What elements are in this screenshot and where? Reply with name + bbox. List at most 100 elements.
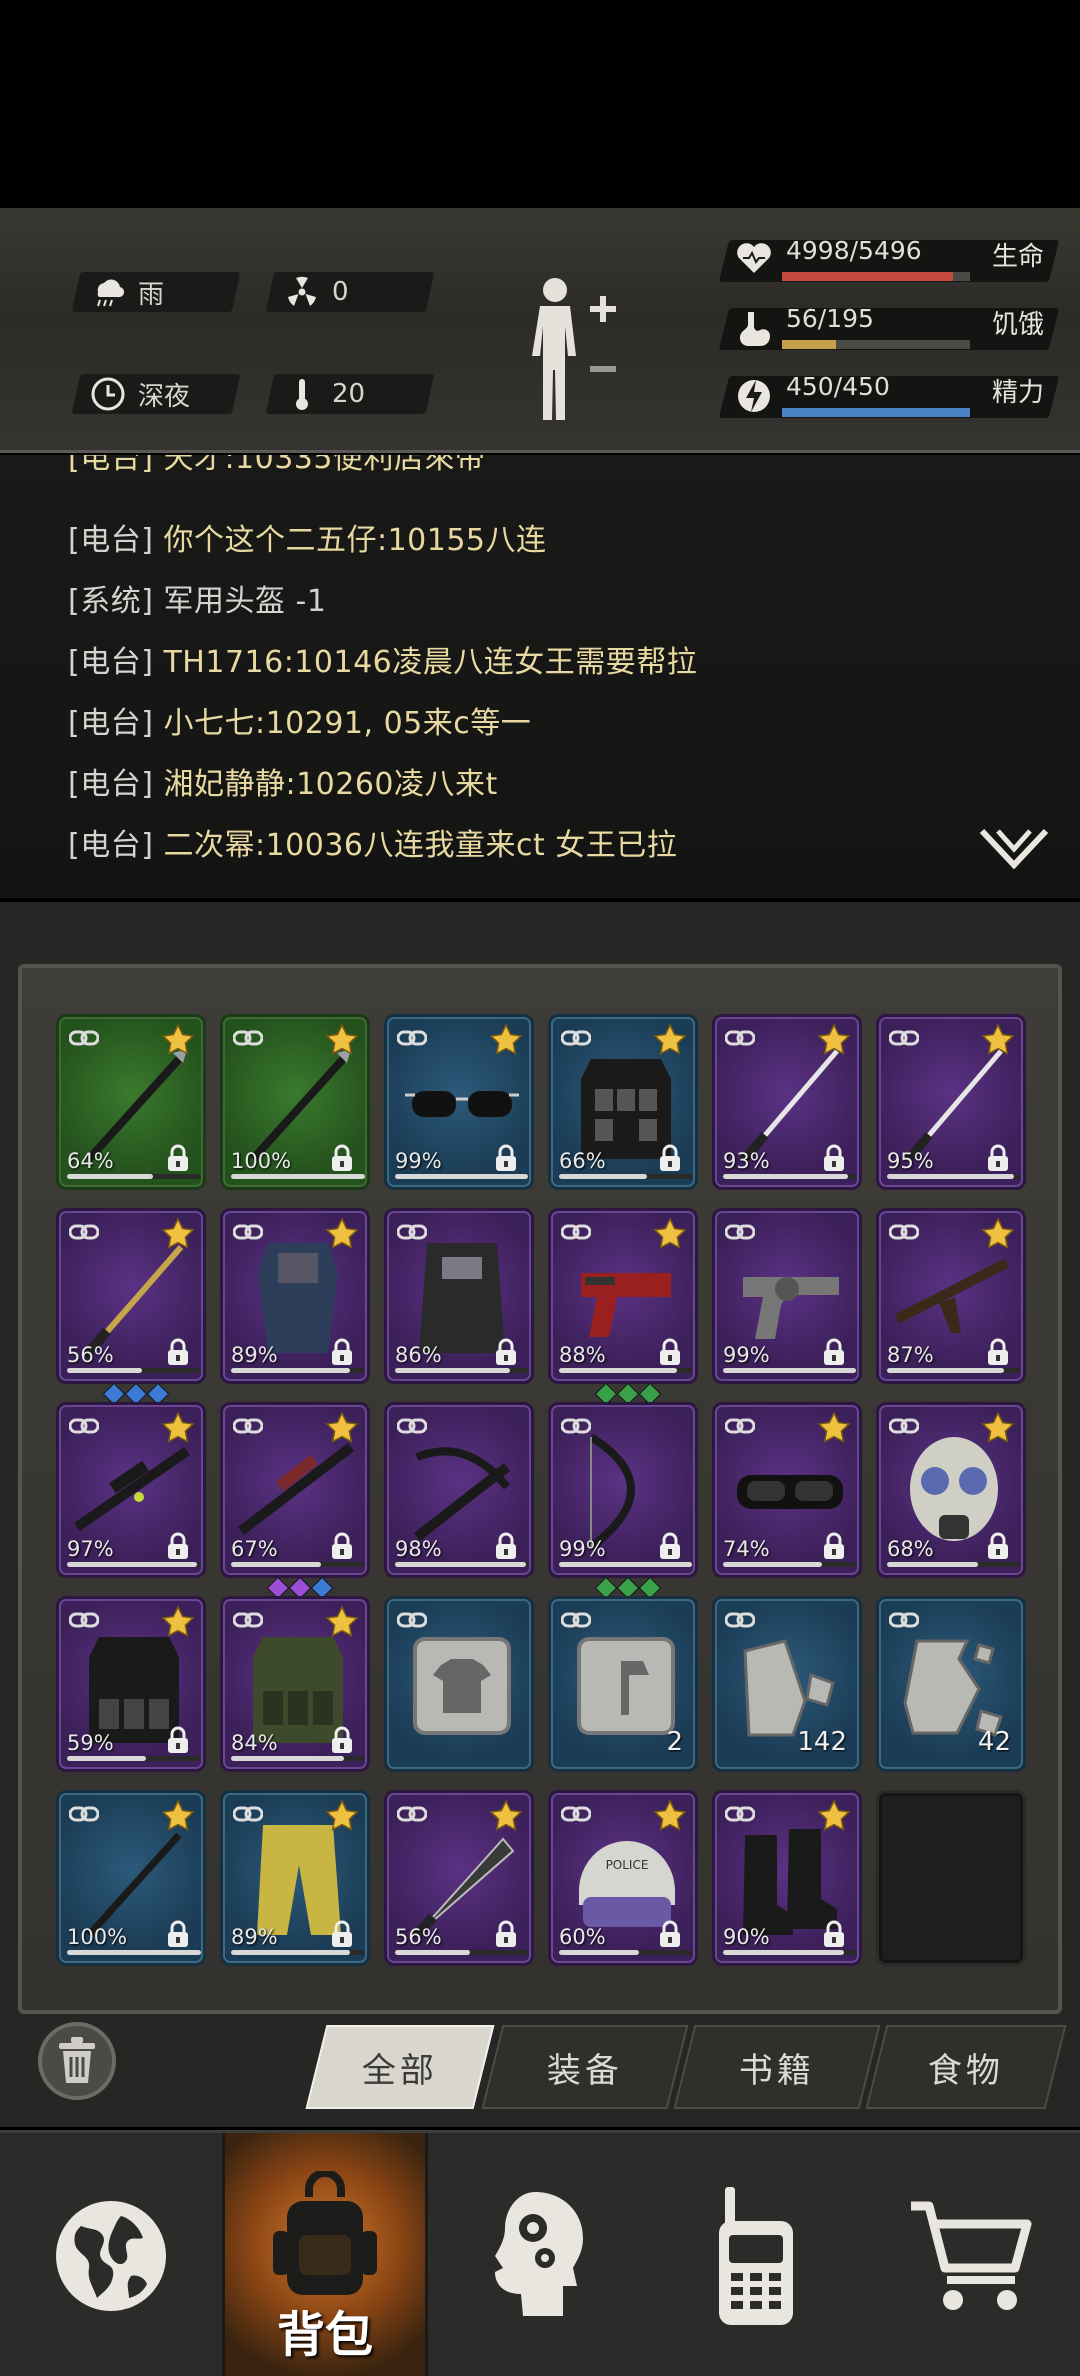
inventory-slot-tactical-vest[interactable]: 66% <box>548 1014 698 1190</box>
durability-bar <box>723 1368 857 1373</box>
inventory-slot-spear[interactable]: 64% <box>56 1014 206 1190</box>
inventory-slot-yellow-pants[interactable]: 89% <box>220 1790 370 1966</box>
favorite-star-icon <box>817 1411 851 1443</box>
lock-icon <box>168 1726 188 1753</box>
inventory-slot-scoped-rifle[interactable]: 97% <box>56 1402 206 1578</box>
inventory-slot-sunglasses[interactable]: 99% <box>384 1014 534 1190</box>
durability-text: 87% <box>887 1343 934 1367</box>
inventory-slot-metal-shard[interactable]: 42 <box>876 1596 1026 1772</box>
inventory-slot-stone-shard[interactable]: 142 <box>712 1596 862 1772</box>
favorite-star-icon <box>325 1799 359 1831</box>
inventory-slot-katana[interactable]: 95% <box>876 1014 1026 1190</box>
tab-equipment[interactable]: 装备 <box>481 2025 689 2109</box>
inventory-slot-plate-carrier[interactable]: 59% <box>56 1596 206 1772</box>
nav-backpack[interactable]: 背包 <box>225 2133 425 2376</box>
inventory-slot-shirt-blueprint[interactable] <box>384 1596 534 1772</box>
chat-tag: [电台] <box>68 523 154 558</box>
lock-icon <box>332 1726 352 1753</box>
inventory-slot-machete[interactable]: 56% <box>384 1790 534 1966</box>
inventory-slot-camo-vest[interactable]: 84% <box>220 1596 370 1772</box>
inventory-slot-combat-boots[interactable]: 90% <box>712 1790 862 1966</box>
durability-fill <box>559 1950 640 1955</box>
durability-fill <box>231 1950 351 1955</box>
durability-fill <box>395 1368 511 1373</box>
lock-icon <box>824 1920 844 1947</box>
inventory-slot-revolver[interactable]: 99% <box>712 1208 862 1384</box>
durability-bar <box>395 1950 529 1955</box>
durability-text: 56% <box>395 1925 442 1949</box>
inventory-slot-riot-shield-visor[interactable]: 86% <box>384 1208 534 1384</box>
hunger-track <box>782 340 970 349</box>
favorite-star-icon <box>325 1023 359 1055</box>
inventory-slot-gas-mask[interactable]: 68% <box>876 1402 1026 1578</box>
durability-text: 95% <box>887 1149 934 1173</box>
chat-log[interactable]: [电台] 天才:10335便利店來帝 [电台] 你个这个二五仔:10155八连 … <box>0 455 1080 898</box>
inventory-slot-crossbow[interactable]: 98% <box>384 1402 534 1578</box>
durability-text: 89% <box>231 1925 278 1949</box>
durability-text: 66% <box>559 1149 606 1173</box>
trash-icon <box>59 2037 95 2083</box>
chat-line: [电台] 你个这个二五仔:10155八连 <box>68 515 547 559</box>
inventory-slot-compound-bow[interactable]: 99% <box>548 1402 698 1578</box>
favorite-star-icon <box>489 1023 523 1055</box>
chat-expand-button[interactable] <box>978 825 1050 877</box>
durability-fill <box>887 1562 979 1567</box>
durability-bar <box>559 1562 693 1567</box>
chat-message: 小七七:10291, 05来c等一 <box>163 706 532 741</box>
favorite-star-icon <box>325 1411 359 1443</box>
durability-fill <box>395 1174 528 1179</box>
durability-fill <box>67 1950 201 1955</box>
inventory-slot-police-helmet[interactable]: POLICE 60% <box>548 1790 698 1966</box>
durability-bar <box>231 1368 365 1373</box>
inventory-slot-iron-rod[interactable]: 100% <box>56 1790 206 1966</box>
inventory-slot-sniper-rifle[interactable]: 67% <box>220 1402 370 1578</box>
inventory-slot-goggles[interactable]: 74% <box>712 1402 862 1578</box>
inventory-slot-katana[interactable]: 93% <box>712 1014 862 1190</box>
durability-fill <box>67 1756 147 1761</box>
durability-fill <box>395 1562 527 1567</box>
body-status-button[interactable] <box>520 268 630 428</box>
shopping-cart-icon <box>911 2201 1032 2310</box>
chat-message: 二次幂:10036八连我童来ct 女王已拉 <box>163 828 678 863</box>
gem-sockets <box>102 1382 170 1406</box>
nav-shop[interactable] <box>864 2133 1080 2376</box>
weather-text: 雨 <box>138 279 165 310</box>
chat-line: [电台] 小七七:10291, 05来c等一 <box>68 698 531 742</box>
durability-fill <box>231 1756 344 1761</box>
durability-text: 100% <box>67 1925 128 1949</box>
favorite-star-icon <box>817 1023 851 1055</box>
double-chevron-down-icon <box>979 828 1049 870</box>
durability-bar <box>723 1562 857 1567</box>
durability-text: 56% <box>67 1343 114 1367</box>
durability-bar <box>395 1174 529 1179</box>
durability-fill <box>887 1174 1015 1179</box>
inventory-slot-spear[interactable]: 100% <box>220 1014 370 1190</box>
inventory-slot-empty[interactable] <box>876 1790 1026 1966</box>
durability-bar <box>231 1950 365 1955</box>
tab-food[interactable]: 食物 <box>865 2025 1067 2109</box>
nav-radio[interactable] <box>648 2133 864 2376</box>
favorite-star-icon <box>653 1217 687 1249</box>
durability-bar <box>559 1950 693 1955</box>
bottom-nav: 背包 <box>0 2130 1080 2376</box>
inventory-slot-ornate-sword[interactable]: 56% <box>56 1208 206 1384</box>
inventory-slot-red-pistol[interactable]: 88% <box>548 1208 698 1384</box>
durability-bar <box>231 1174 365 1179</box>
favorite-star-icon <box>489 1799 523 1831</box>
inventory-slot-assault-rifle[interactable]: 87% <box>876 1208 1026 1384</box>
nav-backpack-label: 背包 <box>276 2307 373 2363</box>
energy-label: 精力 <box>992 378 1045 408</box>
gem-sockets <box>594 1576 662 1600</box>
nav-skills[interactable] <box>428 2133 648 2376</box>
nav-world-map[interactable] <box>0 2133 222 2376</box>
durability-text: 99% <box>395 1149 442 1173</box>
inventory-slot-axe-blueprint[interactable]: 2 <box>548 1596 698 1772</box>
tab-books[interactable]: 书籍 <box>673 2025 881 2109</box>
durability-bar <box>887 1562 1021 1567</box>
tab-all[interactable]: 全部 <box>305 2025 495 2109</box>
inventory-slot-riot-shield[interactable]: 89% <box>220 1208 370 1384</box>
trash-button[interactable] <box>38 2022 116 2100</box>
lock-icon <box>168 1338 188 1365</box>
durability-text: 59% <box>67 1731 114 1755</box>
durability-fill <box>67 1562 197 1567</box>
